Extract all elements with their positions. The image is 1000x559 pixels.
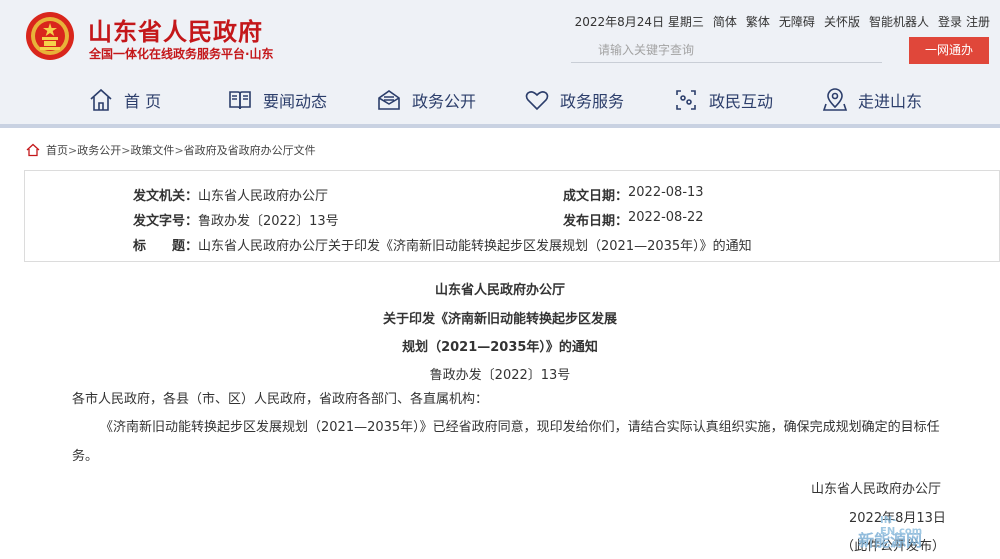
search-input[interactable] — [571, 37, 882, 63]
site-subtitle: 全国一体化在线政务服务平台·山东 — [89, 47, 274, 61]
top-utility-bar: 2022年8月24日 星期三 简体 繁体 无障碍 关怀版 智能机器人 登录 注册 — [575, 13, 990, 30]
link-simplified[interactable]: 简体 — [713, 13, 737, 30]
document-metadata: 发文机关： 山东省人民政府办公厅 成文日期： 2022-08-13 发文字号： … — [24, 170, 1000, 262]
search-box — [571, 37, 882, 63]
doc-body-line2: 务。 — [72, 449, 99, 464]
link-care-version[interactable]: 关怀版 — [824, 13, 860, 30]
link-accessibility[interactable]: 无障碍 — [779, 13, 815, 30]
location-icon — [822, 88, 848, 111]
watermark-small: IN-EN.com — [880, 515, 923, 537]
nav-interaction[interactable]: 政民互动 — [673, 80, 773, 120]
meta-doc-no: 发文字号： 鲁政办发〔2022〕13号 — [133, 210, 339, 229]
breadcrumb-provincial-docs[interactable]: 省政府及省政府办公厅文件 — [184, 144, 316, 157]
meta-date-pub-value: 2022-08-22 — [628, 210, 704, 225]
meta-date-pub-label: 发布日期： — [563, 214, 629, 229]
home-icon — [90, 88, 112, 111]
link-register[interactable]: 注册 — [966, 13, 990, 30]
current-date: 2022年8月24日 星期三 — [574, 15, 704, 29]
book-icon — [229, 91, 251, 110]
doc-number: 鲁政办发〔2022〕13号 — [429, 368, 571, 383]
link-smart-robot[interactable]: 智能机器人 — [869, 13, 929, 30]
breadcrumb-gov-public[interactable]: 政务公开 — [77, 144, 121, 157]
meta-doc-no-label: 发文字号： — [133, 214, 199, 229]
site-title[interactable]: 山东省人民政府 — [88, 12, 263, 47]
nav-gov-service[interactable]: 政务服务 — [524, 80, 624, 120]
doc-heading-issuer: 山东省人民政府办公厅 — [434, 283, 565, 298]
site-header: 山东省人民政府 全国一体化在线政务服务平台·山东 2022年8月24日 星期三 … — [0, 0, 1000, 128]
meta-issuer-label: 发文机关： — [133, 189, 199, 204]
nav-news-label: 要闻动态 — [263, 92, 328, 111]
doc-body-line1: 《济南新旧动能转换起步区发展规划（2021—2035年）》已经省政府同意，现印发… — [100, 420, 940, 435]
meta-title: 标 题： 山东省人民政府办公厅关于印发《济南新旧动能转换起步区发展规划（2021… — [133, 235, 752, 254]
breadcrumb: 首页>政务公开>政策文件>省政府及省政府办公厅文件 — [26, 142, 316, 158]
meta-doc-no-value: 鲁政办发〔2022〕13号 — [198, 214, 339, 229]
doc-signature: 山东省人民政府办公厅 — [811, 482, 942, 497]
meta-issuer: 发文机关： 山东省人民政府办公厅 — [133, 185, 328, 204]
meta-date-made-value: 2022-08-13 — [628, 185, 704, 200]
header-divider — [0, 124, 1000, 128]
doc-heading-line1: 关于印发《济南新旧动能转换起步区发展 — [382, 312, 617, 327]
meta-issuer-value: 山东省人民政府办公厅 — [198, 189, 329, 204]
document-icon — [378, 90, 400, 110]
nav-about-shandong-label: 走进山东 — [858, 92, 923, 111]
interaction-icon — [676, 90, 696, 110]
doc-salutation: 各市人民政府，各县（市、区）人民政府，省政府各部门、各直属机构： — [72, 392, 489, 407]
meta-date-made-label: 成文日期： — [563, 189, 629, 204]
nav-gov-public-label: 政务公开 — [412, 92, 477, 111]
one-net-button[interactable]: 一网通办 — [909, 37, 989, 64]
nav-gov-public[interactable]: 政务公开 — [376, 80, 476, 120]
watermark-logo: IN-EN.com 新能源网 — [858, 515, 922, 551]
meta-date-pub: 发布日期： 2022-08-22 — [563, 210, 704, 229]
nav-about-shandong[interactable]: 走进山东 — [822, 80, 922, 120]
meta-title-value: 山东省人民政府办公厅关于印发《济南新旧动能转换起步区发展规划（2021—2035… — [198, 239, 752, 254]
nav-gov-service-label: 政务服务 — [560, 92, 625, 111]
meta-title-label: 标 题： — [133, 239, 199, 254]
link-traditional[interactable]: 繁体 — [746, 13, 770, 30]
home-icon — [26, 143, 40, 157]
nav-interaction-label: 政民互动 — [709, 92, 774, 111]
national-emblem-icon[interactable] — [24, 10, 76, 62]
nav-home[interactable]: 首 页 — [88, 80, 161, 120]
nav-home-label: 首 页 — [124, 92, 162, 111]
main-nav: 首 页 要闻动态 政务公开 政务服务 政民互动 走进山东 — [0, 80, 1000, 120]
nav-news[interactable]: 要闻动态 — [227, 80, 327, 120]
meta-date-made: 成文日期： 2022-08-13 — [563, 185, 704, 204]
link-login[interactable]: 登录 — [938, 13, 962, 30]
breadcrumb-home[interactable]: 首页 — [46, 144, 68, 157]
heart-icon — [525, 91, 549, 111]
breadcrumb-policy-docs[interactable]: 政策文件 — [130, 144, 174, 157]
doc-heading-line2: 规划（2021—2035年）》的通知 — [402, 340, 598, 355]
